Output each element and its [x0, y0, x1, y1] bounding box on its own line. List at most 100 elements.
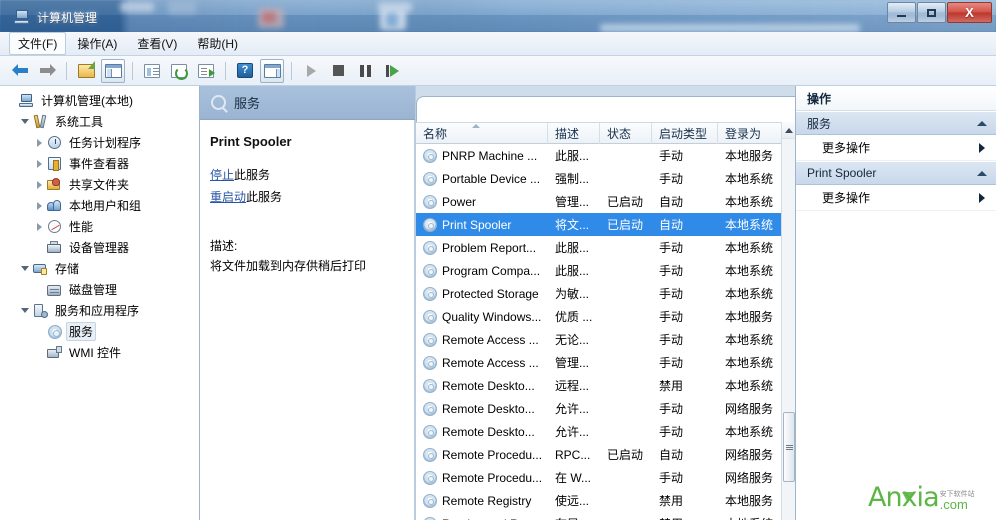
- tree-item-5[interactable]: 本地用户和组: [0, 195, 199, 216]
- service-row[interactable]: Print Spooler 将文... 已启动 自动 本地系统: [416, 213, 782, 236]
- tree-twisty-icon[interactable]: [32, 180, 46, 189]
- list-column-headers[interactable]: 名称 描述 状态 启动类型 登录为: [416, 122, 796, 144]
- export-list-button[interactable]: [194, 59, 218, 83]
- tree-twisty-icon[interactable]: [32, 222, 46, 231]
- tree-item-label: WMI 控件: [69, 346, 121, 360]
- service-row[interactable]: Remote Procedu... RPC... 已启动 自动 网络服务: [416, 443, 782, 466]
- tree-item-label: 计算机管理(本地): [41, 94, 133, 108]
- services-rows[interactable]: PNRP Machine ... 此服... 手动 本地服务 Portable Devi…: [416, 144, 782, 520]
- services-icon: [46, 324, 63, 339]
- watermark-suffix: .com: [939, 497, 968, 512]
- stop-service-button[interactable]: [326, 59, 350, 83]
- pause-service-button[interactable]: [353, 59, 377, 83]
- tree-item-9[interactable]: 磁盘管理: [0, 279, 199, 300]
- tree-item-4[interactable]: 共享文件夹: [0, 174, 199, 195]
- tree-twisty-icon[interactable]: [18, 119, 32, 124]
- description-label: 描述:: [210, 239, 238, 253]
- service-row[interactable]: Remote Deskto... 远程... 禁用 本地系统: [416, 374, 782, 397]
- back-button[interactable]: [8, 59, 32, 83]
- tree-twisty-icon[interactable]: [18, 266, 32, 271]
- service-name-cell: Program Compa...: [416, 263, 548, 278]
- actions-panel[interactable]: 操作 服务 更多操作 Print Spooler 更多操作: [795, 86, 996, 520]
- stop-service-link-row[interactable]: 停止此服务: [210, 166, 405, 183]
- tree-item-7[interactable]: 设备管理器: [0, 237, 199, 258]
- service-row[interactable]: PNRP Machine ... 此服... 手动 本地服务: [416, 144, 782, 167]
- chevron-right-icon: [979, 192, 985, 203]
- restart-service-link-row[interactable]: 重启动此服务: [210, 188, 405, 205]
- actions-section-services[interactable]: 服务: [796, 111, 996, 135]
- tree-item-11[interactable]: 服务: [0, 321, 199, 342]
- menu-bar[interactable]: 文件(F) 操作(A) 查看(V) 帮助(H): [0, 32, 996, 56]
- tree-item-10[interactable]: 服务和应用程序: [0, 300, 199, 321]
- column-header-4[interactable]: 登录为: [718, 122, 782, 144]
- maximize-button[interactable]: [917, 2, 946, 23]
- tree-twisty-icon[interactable]: [32, 201, 46, 210]
- toolbar[interactable]: ?: [0, 56, 996, 86]
- menu-item-view[interactable]: 查看(V): [128, 32, 186, 55]
- service-row[interactable]: Remote Access ... 管理... 手动 本地系统: [416, 351, 782, 374]
- tree-item-2[interactable]: 任务计划程序: [0, 132, 199, 153]
- tree-item-8[interactable]: 存储: [0, 258, 199, 279]
- service-row[interactable]: Remote Deskto... 允许... 手动 本地系统: [416, 420, 782, 443]
- service-row[interactable]: Problem Report... 此服... 手动 本地系统: [416, 236, 782, 259]
- tree-item-label: 本地用户和组: [69, 199, 142, 213]
- help-button[interactable]: ?: [233, 59, 257, 83]
- chevron-up-icon[interactable]: [977, 170, 987, 176]
- service-row[interactable]: Quality Windows... 优质 ... 手动 本地服务: [416, 305, 782, 328]
- stop-service-link[interactable]: 停止: [210, 168, 234, 182]
- column-header-label: 登录为: [725, 126, 762, 141]
- service-gear-icon: [423, 447, 437, 462]
- actions-section-print-spooler[interactable]: Print Spooler: [796, 161, 996, 185]
- service-row[interactable]: Routing and Re...在局... 禁用本地系统: [416, 512, 782, 520]
- resume-service-button[interactable]: [380, 59, 404, 83]
- service-row[interactable]: Remote Procedu... 在 W... 手动 网络服务: [416, 466, 782, 489]
- service-name-cell: Portable Device ...: [416, 171, 548, 186]
- tree-item-12[interactable]: WMI 控件: [0, 342, 199, 363]
- actions-more-actions-print-spooler[interactable]: 更多操作: [796, 185, 996, 211]
- tree-item-3[interactable]: 事件查看器: [0, 153, 199, 174]
- menu-item-file[interactable]: 文件(F): [9, 32, 67, 55]
- service-row[interactable]: Remote Deskto... 允许... 手动 网络服务: [416, 397, 782, 420]
- service-row[interactable]: Remote Access ... 无论... 手动 本地系统: [416, 328, 782, 351]
- list-vertical-scrollbar[interactable]: [781, 122, 796, 520]
- show-action-pane-button[interactable]: [260, 58, 284, 83]
- column-header-0[interactable]: 名称: [416, 122, 548, 144]
- service-row[interactable]: Power 管理... 已启动 自动 本地系统: [416, 190, 782, 213]
- restart-service-link[interactable]: 重启动: [210, 190, 246, 204]
- service-row[interactable]: Portable Device ... 强制... 手动 本地系统: [416, 167, 782, 190]
- scrollbar-thumb[interactable]: [783, 412, 795, 482]
- service-gear-icon: [423, 470, 437, 485]
- column-header-1[interactable]: 描述: [548, 122, 600, 144]
- menu-item-help[interactable]: 帮助(H): [188, 32, 247, 55]
- show-hide-tree-button[interactable]: [101, 58, 125, 83]
- column-header-label: 启动类型: [659, 126, 708, 141]
- tree-item-1[interactable]: 系统工具: [0, 111, 199, 132]
- service-row[interactable]: Protected Storage 为敏... 手动 本地系统: [416, 282, 782, 305]
- chevron-up-icon[interactable]: [977, 120, 987, 126]
- column-header-label: 状态: [607, 126, 632, 141]
- actions-more-actions-services[interactable]: 更多操作: [796, 135, 996, 161]
- column-header-3[interactable]: 启动类型: [652, 122, 718, 144]
- service-startup-type-cell: 禁用: [659, 494, 684, 508]
- up-folder-button[interactable]: [74, 59, 98, 83]
- scroll-up-button[interactable]: [782, 122, 796, 139]
- tree-twisty-icon[interactable]: [32, 138, 46, 147]
- window-controls[interactable]: X: [887, 2, 992, 23]
- tree-twisty-icon[interactable]: [18, 308, 32, 313]
- tree-item-6[interactable]: 性能: [0, 216, 199, 237]
- tree-twisty-icon[interactable]: [32, 159, 46, 168]
- service-row[interactable]: Program Compa... 此服... 手动 本地系统: [416, 259, 782, 282]
- minimize-button[interactable]: [887, 2, 916, 23]
- column-header-2[interactable]: 状态: [600, 122, 652, 144]
- menu-item-action[interactable]: 操作(A): [68, 32, 126, 55]
- refresh-button[interactable]: [167, 59, 191, 83]
- tree-item-0[interactable]: 计算机管理(本地): [0, 90, 199, 111]
- start-service-button[interactable]: [299, 59, 323, 83]
- console-tree-panel[interactable]: 计算机管理(本地) 系统工具 任务计划程序 事件查看器 共享文件夹本地用户和组性能 设备管…: [0, 86, 200, 520]
- service-row[interactable]: Remote Registry 使远... 禁用 本地服务: [416, 489, 782, 512]
- services-list-panel[interactable]: 名称 描述 状态 启动类型 登录为 PNRP Machine ... 此服... 手动 本地服…: [415, 86, 796, 520]
- close-button[interactable]: X: [947, 2, 992, 23]
- properties-button[interactable]: [140, 59, 164, 83]
- forward-button[interactable]: [35, 59, 59, 83]
- window-titlebar[interactable]: 计算机管理 X: [0, 0, 996, 32]
